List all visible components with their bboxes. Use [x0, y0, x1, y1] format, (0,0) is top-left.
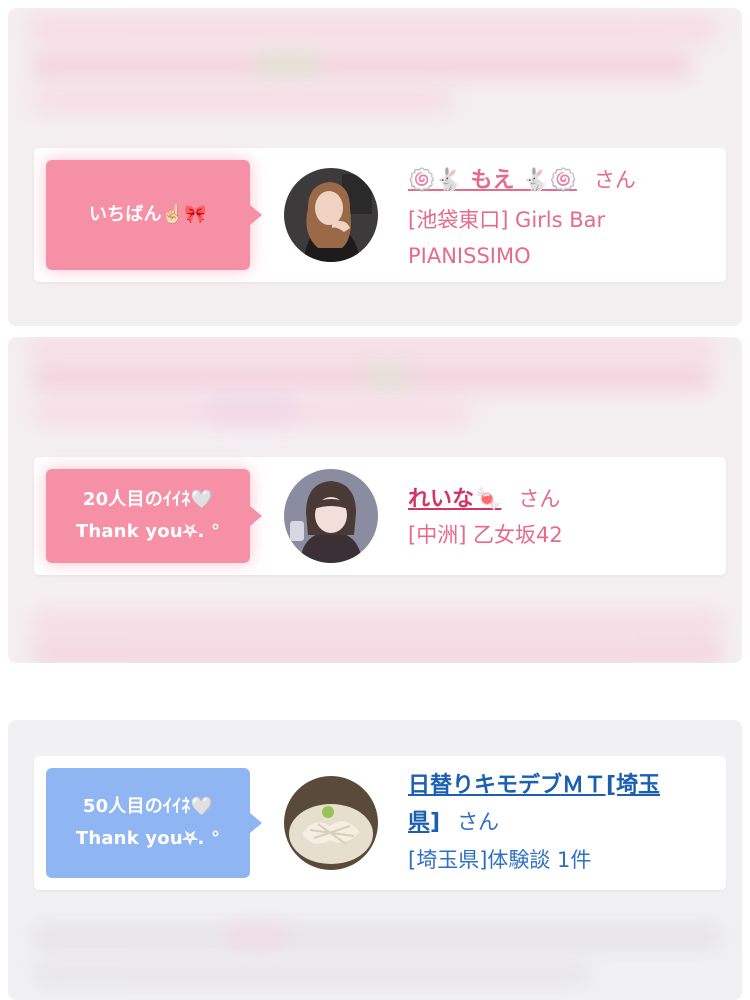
- shop-info: [中洲] 乙女坂42: [408, 517, 708, 553]
- shop-name[interactable]: [埼玉県]体験談 1件: [408, 842, 708, 878]
- user-name-line: 日替りキモデブＭＴ[埼玉 県] さん: [408, 768, 708, 841]
- avatar[interactable]: [284, 168, 378, 262]
- badge-text-2: Thank you⛧. °: [75, 828, 221, 849]
- blurred-content: [28, 337, 718, 359]
- badge-text: いちばん☝🏻🎀: [88, 204, 208, 225]
- shop-name[interactable]: [池袋東口] Girls Bar: [408, 202, 708, 238]
- like-badge: 50人目のｲｲﾈ🤍 Thank you⛧. °: [46, 768, 262, 878]
- honorific: さん: [593, 168, 636, 192]
- shop-info: [池袋東口] Girls Bar PIANISSIMO: [408, 202, 708, 274]
- review-panel-2: 20人目のｲｲﾈ🤍 Thank you⛧. ° れいな🍬 さん [中洲] 乙女坂…: [8, 337, 742, 663]
- review-panel-1: いちばん☝🏻🎀 🍥🐇 もえ 🐇🍥 さん [池袋東口] Girls Bar PIA…: [8, 8, 742, 326]
- honorific: さん: [518, 487, 561, 511]
- like-card-3[interactable]: 50人目のｲｲﾈ🤍 Thank you⛧. ° 日替りキモデブＭＴ[埼玉 県] …: [34, 756, 726, 890]
- user-name-line: れいな🍬 さん: [408, 481, 708, 513]
- like-card-2[interactable]: 20人目のｲｲﾈ🤍 Thank you⛧. ° れいな🍬 さん [中洲] 乙女坂…: [34, 457, 726, 575]
- girl-portrait-icon: [284, 469, 378, 563]
- woman-portrait-icon: [284, 168, 378, 262]
- blurred-content: [28, 14, 718, 42]
- blurred-content: [32, 52, 692, 78]
- blurred-content: [228, 926, 288, 948]
- blurred-content: [368, 367, 408, 389]
- blurred-content: [32, 401, 472, 425]
- honorific: さん: [457, 810, 500, 834]
- blurred-content: [32, 964, 592, 986]
- like-badge: いちばん☝🏻🎀: [46, 160, 262, 270]
- like-badge: 20人目のｲｲﾈ🤍 Thank you⛧. °: [46, 469, 262, 563]
- shop-info: [埼玉県]体験談 1件: [408, 842, 708, 878]
- like-card-1[interactable]: いちばん☝🏻🎀 🍥🐇 もえ 🐇🍥 さん [池袋東口] Girls Bar PIA…: [34, 148, 726, 282]
- badge-text: 20人目のｲｲﾈ🤍: [82, 489, 214, 510]
- badge-text-2: Thank you⛧. °: [75, 521, 221, 542]
- avatar[interactable]: [284, 776, 378, 870]
- blurred-content: [32, 88, 452, 112]
- blurred-content: [32, 611, 722, 639]
- user-name-link[interactable]: れいな🍬: [408, 487, 501, 512]
- user-name-link[interactable]: 日替りキモデブＭＴ[埼玉: [408, 773, 660, 798]
- user-name-link[interactable]: 🍥🐇 もえ 🐇🍥: [408, 168, 577, 193]
- avatar[interactable]: [284, 469, 378, 563]
- ramen-photo-icon: [284, 776, 378, 870]
- blurred-content: [32, 922, 722, 952]
- shop-name-continued[interactable]: PIANISSIMO: [408, 238, 708, 274]
- blurred-content: [258, 54, 318, 76]
- user-name-link-continued[interactable]: 県]: [408, 810, 440, 835]
- review-panel-3: 50人目のｲｲﾈ🤍 Thank you⛧. ° 日替りキモデブＭＴ[埼玉 県] …: [8, 720, 742, 1000]
- shop-name[interactable]: [中洲] 乙女坂42: [408, 517, 708, 553]
- blurred-content: [32, 643, 722, 663]
- user-name-line: 🍥🐇 もえ 🐇🍥 さん: [408, 162, 708, 194]
- badge-text: 50人目のｲｲﾈ🤍: [82, 796, 214, 817]
